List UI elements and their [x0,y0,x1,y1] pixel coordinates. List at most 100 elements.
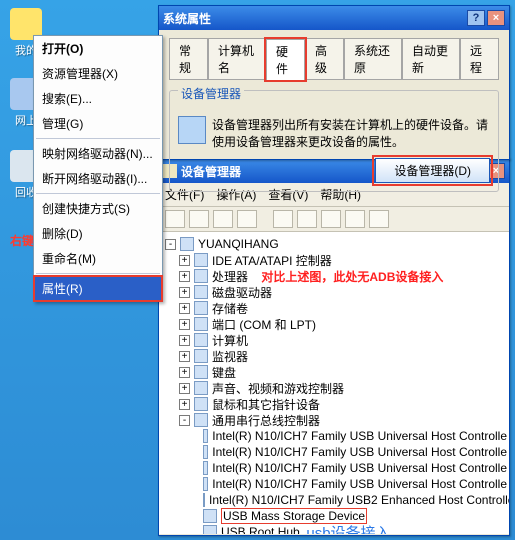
menu-properties[interactable]: 属性(R) [34,276,162,301]
device-tree[interactable]: - YUANQIHANG + IDE ATA/ATAPI 控制器 + 处理器 对比上述… [159,232,509,534]
tree-item[interactable]: USB Root Hub usb设备接入 [161,524,507,534]
usb-device-icon [203,525,217,534]
usb-device-icon [203,461,208,475]
toolbar-button[interactable] [237,210,257,228]
toolbar-button[interactable] [273,210,293,228]
close-button[interactable]: × [487,10,505,26]
volume-icon [194,301,208,315]
tree-category[interactable]: + 计算机 [161,332,507,348]
mouse-icon [194,397,208,411]
tab-advanced[interactable]: 高级 [305,38,344,79]
port-icon [194,317,208,331]
tree-label: Intel(R) N10/ICH7 Family USB Universal H… [212,461,507,475]
menu-search[interactable]: 搜索(E)... [34,86,162,111]
help-button[interactable]: ? [467,10,485,26]
tree-category[interactable]: +监视器 [161,348,507,364]
window-title: 系统属性 [163,10,211,27]
titlebar[interactable]: 系统属性 ? × [159,6,509,30]
tree-label: USB Root Hub [221,525,300,534]
tree-item[interactable]: Intel(R) N10/ICH7 Family USB Universal H… [161,460,507,476]
expand-icon[interactable]: + [179,367,190,378]
menu-explorer[interactable]: 资源管理器(X) [34,61,162,86]
tree-category[interactable]: + 处理器 对比上述图，此处无ADB设备接入 [161,268,507,284]
toolbar-button[interactable] [345,210,365,228]
tree-label: 端口 (COM 和 LPT) [212,316,316,333]
usb-device-icon [203,493,205,507]
expand-icon[interactable]: + [179,303,190,314]
system-properties-window: 系统属性 ? × 常规 计算机名 硬件 高级 系统还原 自动更新 远程 设备管理… [158,5,510,160]
tree-item[interactable]: Intel(R) N10/ICH7 Family USB Universal H… [161,428,507,444]
tree-root[interactable]: - YUANQIHANG [161,236,507,252]
tab-computer-name[interactable]: 计算机名 [208,38,266,79]
tree-label: 声音、视频和游戏控制器 [212,380,344,397]
tree-label: Intel(R) N10/ICH7 Family USB Universal H… [212,477,507,491]
tab-strip: 常规 计算机名 硬件 高级 系统还原 自动更新 远程 [169,38,499,80]
tree-label: IDE ATA/ATAPI 控制器 [212,252,332,269]
usb-device-icon [203,445,208,459]
usb-device-icon [203,429,208,443]
toolbar-button[interactable] [297,210,317,228]
menu-disconnect-drive[interactable]: 断开网络驱动器(I)... [34,166,162,191]
expand-icon[interactable]: + [179,319,190,330]
tree-item[interactable]: Intel(R) N10/ICH7 Family USB2 Enhanced H… [161,492,507,508]
menu-rename[interactable]: 重命名(M) [34,246,162,271]
tree-category[interactable]: + 端口 (COM 和 LPT) [161,316,507,332]
collapse-icon[interactable]: - [179,415,190,426]
expand-icon[interactable]: + [179,271,190,282]
tree-label: YUANQIHANG [198,237,279,251]
expand-icon[interactable]: + [179,383,190,394]
tree-item[interactable]: Intel(R) N10/ICH7 Family USB Universal H… [161,444,507,460]
menu-separator [36,138,160,139]
tree-category[interactable]: + IDE ATA/ATAPI 控制器 [161,252,507,268]
controller-icon [194,253,208,267]
context-menu: 打开(O) 资源管理器(X) 搜索(E)... 管理(G) 映射网络驱动器(N)… [33,35,163,302]
tab-auto-update[interactable]: 自动更新 [402,38,460,79]
usb-device-icon [203,509,217,523]
menu-manage[interactable]: 管理(G) [34,111,162,136]
device-manager-button[interactable]: 设备管理器(D) [375,158,490,183]
tree-category[interactable]: + 声音、视频和游戏控制器 [161,380,507,396]
disk-icon [194,285,208,299]
toolbar [159,207,509,232]
toolbar-button[interactable] [165,210,185,228]
tree-label: 计算机 [212,332,248,349]
collapse-icon[interactable]: - [165,239,176,250]
group-title: 设备管理器 [178,85,244,102]
tree-category[interactable]: + 键盘 [161,364,507,380]
annotation: 对比上述图，此处无ADB设备接入 [261,268,443,285]
menu-map-drive[interactable]: 映射网络驱动器(N)... [34,141,162,166]
tree-label: 键盘 [212,364,236,381]
sound-icon [194,381,208,395]
tab-remote[interactable]: 远程 [460,38,499,79]
expand-icon[interactable]: + [179,287,190,298]
group-description: 设备管理器列出所有安装在计算机上的硬件设备。请使用设备管理器来更改设备的属性。 [212,116,490,150]
tab-general[interactable]: 常规 [169,38,208,79]
expand-icon[interactable]: + [179,255,190,266]
toolbar-button[interactable] [369,210,389,228]
usb-icon [194,413,208,427]
usb-device-icon [203,477,208,491]
monitor-icon [194,349,208,363]
tree-item[interactable]: Intel(R) N10/ICH7 Family USB Universal H… [161,476,507,492]
tree-label: Intel(R) N10/ICH7 Family USB Universal H… [212,445,507,459]
expand-icon[interactable]: + [179,399,190,410]
menu-open[interactable]: 打开(O) [34,36,162,61]
tree-category[interactable]: +存储卷 [161,300,507,316]
device-manager-window: 设备管理器 _ □ × 文件(F) 操作(A) 查看(V) 帮助(H) -YUA… [158,158,510,536]
toolbar-button[interactable] [321,210,341,228]
expand-icon[interactable]: + [179,351,190,362]
menu-separator [36,193,160,194]
tab-restore[interactable]: 系统还原 [344,38,402,79]
tab-hardware[interactable]: 硬件 [266,39,305,80]
menu-separator [36,273,160,274]
tree-label: 处理器 [212,268,248,285]
menu-create-shortcut[interactable]: 创建快捷方式(S) [34,196,162,221]
tree-category[interactable]: +鼠标和其它指针设备 [161,396,507,412]
menu-delete[interactable]: 删除(D) [34,221,162,246]
computer-icon [194,333,208,347]
tree-category[interactable]: -通用串行总线控制器 [161,412,507,428]
tree-category[interactable]: +磁盘驱动器 [161,284,507,300]
toolbar-button[interactable] [189,210,209,228]
toolbar-button[interactable] [213,210,233,228]
expand-icon[interactable]: + [179,335,190,346]
